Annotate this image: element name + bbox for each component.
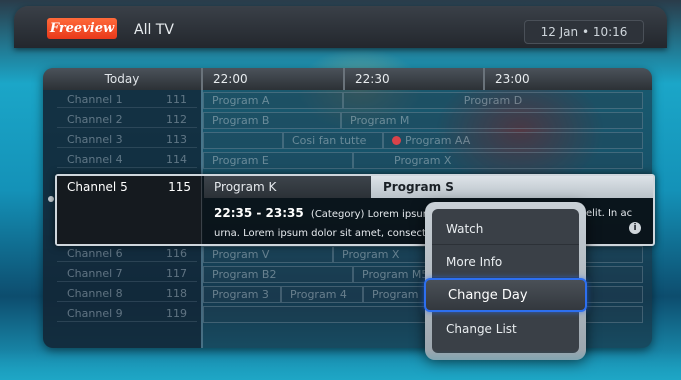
context-menu: Watch More Info Change Day Change List (424, 202, 587, 360)
channel-number: 114 (166, 153, 187, 166)
program-cell[interactable]: Program D (343, 92, 643, 109)
channel-number: 113 (166, 133, 187, 146)
channel-number: 116 (166, 247, 187, 260)
program-cell[interactable]: Program B2 (203, 266, 353, 283)
channel-name: Channel 2 (67, 113, 123, 126)
channel-name: Channel 9 (67, 307, 123, 320)
selected-channel-cell: Channel 5 115 (57, 176, 202, 244)
time-slot-2300: 23:00 (495, 72, 530, 86)
channel-name: Channel 1 (67, 93, 123, 106)
focused-program-cell[interactable]: Program S (371, 176, 653, 198)
guide-header: Today 22:00 22:30 23:00 (43, 68, 652, 90)
selected-channel-number: 115 (168, 180, 191, 194)
channel-row[interactable]: Channel 6 116 (57, 246, 197, 262)
record-icon (392, 136, 401, 145)
program-cell[interactable]: Cosi fan tutte (283, 132, 383, 149)
menu-item-change-list[interactable]: Change List (432, 313, 579, 345)
channel-name: Channel 3 (67, 133, 123, 146)
program-time-range: 22:35 - 23:35 (214, 206, 304, 220)
program-cell[interactable]: Program V (203, 246, 333, 263)
menu-item-watch[interactable]: Watch (432, 213, 579, 245)
channel-number: 112 (166, 113, 187, 126)
channel-row[interactable]: Channel 1 111 (57, 92, 197, 108)
channel-row[interactable]: Channel 8 118 (57, 286, 197, 302)
scroll-indicator (48, 196, 54, 202)
info-icon: i (629, 222, 641, 234)
header-divider (343, 68, 345, 90)
program-cell[interactable]: Program X (353, 152, 643, 169)
channel-row[interactable]: Channel 4 114 (57, 152, 197, 168)
time-slot-2230: 22:30 (355, 72, 390, 86)
description-line-1-tail: elit. In ac (586, 208, 633, 219)
date-time-display: 12 Jan • 10:16 (524, 20, 644, 44)
menu-item-change-day[interactable]: Change Day (424, 278, 587, 312)
channel-name: Channel 7 (67, 267, 123, 280)
program-title: Program AA (405, 134, 471, 147)
context-menu-list: Watch More Info Change Day Change List (424, 209, 587, 353)
freeview-logo: Freeview (47, 18, 117, 39)
channel-row[interactable]: Channel 2 112 (57, 112, 197, 128)
program-cell[interactable]: Program A (203, 92, 343, 109)
channel-number: 111 (166, 93, 187, 106)
channel-name: Channel 6 (67, 247, 123, 260)
day-label: Today (104, 72, 140, 86)
channel-list-name: All TV (134, 22, 174, 38)
channel-row[interactable]: Channel 7 117 (57, 266, 197, 282)
bottom-glow (0, 350, 681, 380)
program-cell[interactable]: Program 4 (281, 286, 363, 303)
program-cell[interactable]: Program B (203, 112, 341, 129)
channel-name: Channel 8 (67, 287, 123, 300)
program-cell[interactable]: Program E (203, 152, 353, 169)
channel-row[interactable]: Channel 9 119 (57, 306, 197, 322)
channel-row[interactable]: Channel 3 113 (57, 132, 197, 148)
header-divider (201, 68, 203, 90)
channel-number: 119 (166, 307, 187, 320)
header-divider (483, 68, 485, 90)
program-cell-recording[interactable]: Program AA (383, 132, 643, 149)
channel-number: 118 (166, 287, 187, 300)
tv-guide-screen: Freeview All TV 12 Jan • 10:16 Today 22:… (0, 0, 681, 380)
time-slot-2200: 22:00 (213, 72, 248, 86)
program-cell[interactable] (203, 132, 283, 149)
selected-channel-name: Channel 5 (67, 180, 128, 194)
current-program-cell[interactable]: Program K (204, 176, 371, 198)
channel-name: Channel 4 (67, 153, 123, 166)
program-cell[interactable]: Program 3 (203, 286, 281, 303)
top-bar: Freeview All TV 12 Jan • 10:16 (14, 6, 667, 48)
program-cell[interactable]: Program M (341, 112, 643, 129)
menu-item-more-info[interactable]: More Info (432, 246, 579, 278)
channel-number: 117 (166, 267, 187, 280)
